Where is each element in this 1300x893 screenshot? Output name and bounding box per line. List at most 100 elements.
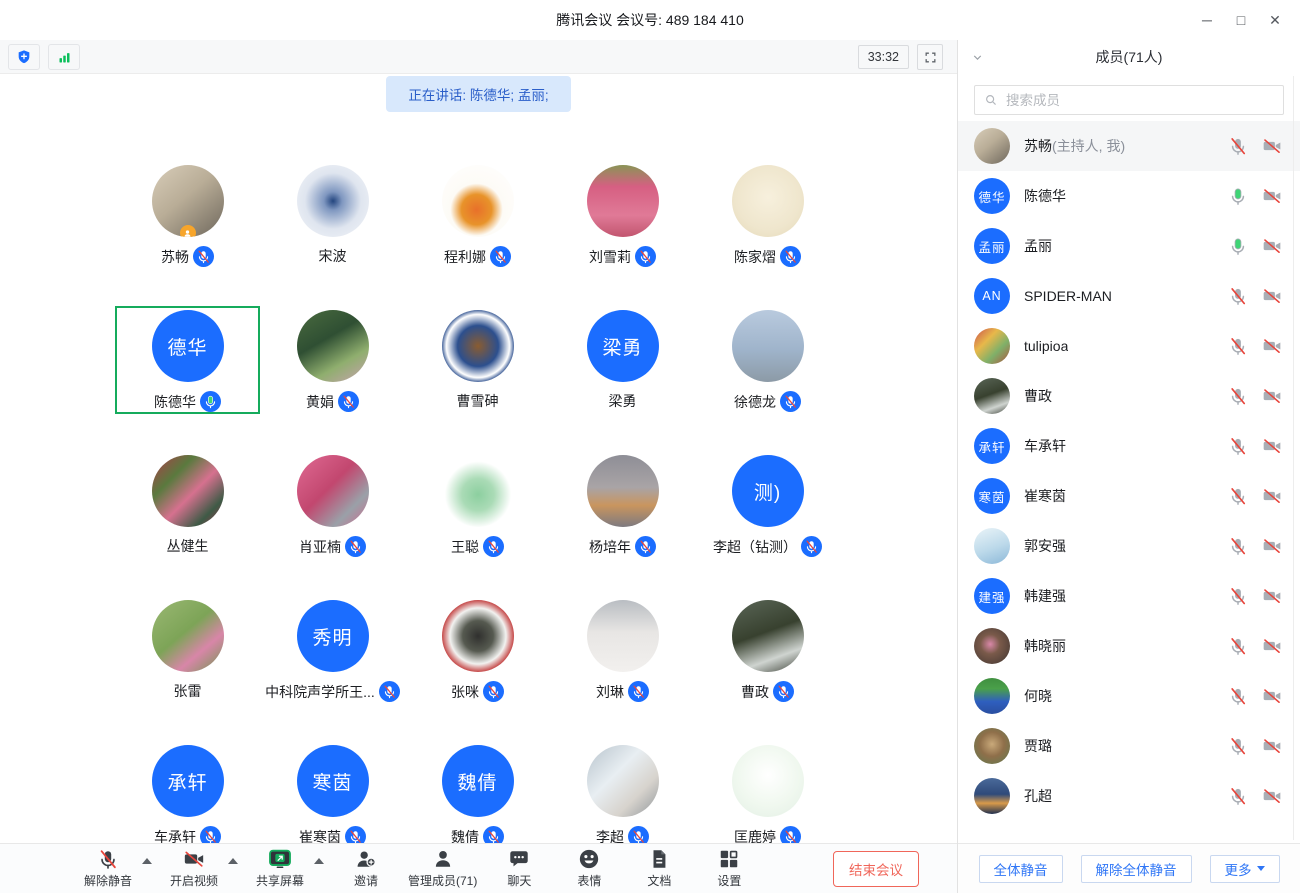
participant-tile[interactable]: 刘雪莉 bbox=[550, 157, 695, 302]
camera-off-icon[interactable] bbox=[1262, 136, 1282, 156]
participant-tile[interactable]: 秀明中科院声学所王... bbox=[260, 592, 405, 737]
camera-off-icon[interactable] bbox=[1262, 736, 1282, 756]
participant-tile[interactable]: 杨培年 bbox=[550, 447, 695, 592]
mic-muted-icon bbox=[379, 681, 400, 702]
participant-tile[interactable]: 宋波 bbox=[260, 157, 405, 302]
mic-muted-icon[interactable] bbox=[1228, 136, 1248, 156]
mic-muted-icon[interactable] bbox=[1228, 336, 1248, 356]
camera-off-icon[interactable] bbox=[1262, 436, 1282, 456]
camera-off-icon[interactable] bbox=[1262, 186, 1282, 206]
caret-up-icon[interactable] bbox=[228, 858, 238, 864]
participant-tile[interactable]: 张咪 bbox=[405, 592, 550, 737]
toolbar-item-smiley[interactable]: 表情 bbox=[561, 848, 617, 889]
mic-active-icon[interactable] bbox=[1228, 186, 1248, 206]
camera-off-icon[interactable] bbox=[1262, 286, 1282, 306]
member-list-scrollbar[interactable] bbox=[1293, 76, 1294, 840]
participant-tile[interactable]: 寒茵崔寒茵 bbox=[260, 737, 405, 843]
member-row[interactable]: 寒茵崔寒茵 bbox=[958, 471, 1300, 521]
participant-tile[interactable]: 程利娜 bbox=[405, 157, 550, 302]
mic-active-icon[interactable] bbox=[1228, 236, 1248, 256]
participant-tile[interactable]: 丛健生 bbox=[115, 447, 260, 592]
caret-up-icon[interactable] bbox=[314, 858, 324, 864]
toolbar-item-share-screen[interactable]: 共享屏幕 bbox=[252, 848, 308, 889]
meeting-security-button[interactable] bbox=[8, 44, 40, 70]
camera-off-icon[interactable] bbox=[1262, 386, 1282, 406]
participant-tile[interactable]: 肖亚楠 bbox=[260, 447, 405, 592]
member-name: 车承轩 bbox=[1024, 436, 1066, 456]
mic-muted-icon[interactable] bbox=[1228, 286, 1248, 306]
end-meeting-button[interactable]: 结束会议 bbox=[833, 851, 919, 887]
participant-name: 肖亚楠 bbox=[299, 537, 341, 557]
member-row[interactable]: 韩晓丽 bbox=[958, 621, 1300, 671]
mic-muted-icon[interactable] bbox=[1228, 386, 1248, 406]
member-row[interactable]: 德华陈德华 bbox=[958, 171, 1300, 221]
toolbar-item-chat[interactable]: 聊天 bbox=[491, 848, 547, 889]
mute-all-button[interactable]: 全体静音 bbox=[979, 855, 1063, 883]
member-row[interactable]: 贾璐 bbox=[958, 721, 1300, 771]
maximize-button[interactable]: □ bbox=[1224, 0, 1258, 40]
mic-muted-icon[interactable] bbox=[1228, 736, 1248, 756]
camera-off-icon[interactable] bbox=[1262, 486, 1282, 506]
member-row[interactable]: tulipioa bbox=[958, 321, 1300, 371]
participant-tile[interactable]: 测)李超（钻测） bbox=[695, 447, 840, 592]
member-search-input[interactable] bbox=[1004, 92, 1274, 109]
participant-tile[interactable]: 陈家熠 bbox=[695, 157, 840, 302]
member-row[interactable]: 孔超 bbox=[958, 771, 1300, 821]
toolbar-item-grid[interactable]: 设置 bbox=[701, 848, 757, 889]
mic-muted-icon[interactable] bbox=[1228, 486, 1248, 506]
toolbar-item-mic-muted[interactable]: 解除静音 bbox=[80, 848, 136, 889]
minimize-button[interactable]: ─ bbox=[1190, 0, 1224, 40]
participant-tile[interactable]: 曹政 bbox=[695, 592, 840, 737]
close-button[interactable]: ✕ bbox=[1258, 0, 1292, 40]
network-status-button[interactable] bbox=[48, 44, 80, 70]
member-row[interactable]: 苏畅(主持人, 我) bbox=[958, 121, 1300, 171]
member-row[interactable]: 承轩车承轩 bbox=[958, 421, 1300, 471]
participant-tile[interactable]: 刘琳 bbox=[550, 592, 695, 737]
member-row[interactable]: 孟丽孟丽 bbox=[958, 221, 1300, 271]
more-button[interactable]: 更多 bbox=[1210, 855, 1280, 883]
participant-tile[interactable]: 李超 bbox=[550, 737, 695, 843]
fullscreen-button[interactable] bbox=[917, 44, 943, 70]
participant-tile[interactable]: 王聪 bbox=[405, 447, 550, 592]
toolbar-item-document[interactable]: 文档 bbox=[631, 848, 687, 889]
collapse-panel-button[interactable] bbox=[968, 48, 986, 66]
member-name: SPIDER-MAN bbox=[1024, 288, 1112, 304]
participant-tile[interactable]: 徐德龙 bbox=[695, 302, 840, 447]
unmute-all-button[interactable]: 解除全体静音 bbox=[1081, 855, 1192, 883]
participant-tile[interactable]: 德华陈德华 bbox=[115, 302, 260, 447]
participant-tile[interactable]: 曹雪砷 bbox=[405, 302, 550, 447]
member-avatar: 孟丽 bbox=[974, 228, 1010, 264]
camera-off-icon[interactable] bbox=[1262, 686, 1282, 706]
member-search-box[interactable] bbox=[974, 85, 1284, 115]
participant-tile[interactable]: 魏倩魏倩 bbox=[405, 737, 550, 843]
toolbar-item-person-add[interactable]: 邀请 bbox=[338, 848, 394, 889]
participant-tile[interactable]: 梁勇梁勇 bbox=[550, 302, 695, 447]
camera-off-icon[interactable] bbox=[1262, 636, 1282, 656]
mic-muted-icon[interactable] bbox=[1228, 436, 1248, 456]
member-row[interactable]: 何晓 bbox=[958, 671, 1300, 721]
caret-up-icon[interactable] bbox=[142, 858, 152, 864]
participant-tile[interactable]: 苏畅 bbox=[115, 157, 260, 302]
camera-off-icon[interactable] bbox=[1262, 236, 1282, 256]
member-row[interactable]: ANSPIDER-MAN bbox=[958, 271, 1300, 321]
participant-tile[interactable]: 匡鹿婷 bbox=[695, 737, 840, 843]
mic-muted-icon[interactable] bbox=[1228, 536, 1248, 556]
camera-off-icon[interactable] bbox=[1262, 336, 1282, 356]
mic-muted-icon[interactable] bbox=[1228, 636, 1248, 656]
member-row[interactable]: 建强韩建强 bbox=[958, 571, 1300, 621]
camera-off-icon[interactable] bbox=[1262, 586, 1282, 606]
toolbar-item-person[interactable]: 管理成员(71) bbox=[408, 848, 477, 889]
mic-muted-icon[interactable] bbox=[1228, 686, 1248, 706]
participant-tile[interactable]: 承轩车承轩 bbox=[115, 737, 260, 843]
member-row[interactable]: 曹政 bbox=[958, 371, 1300, 421]
avatar-initials: 测) bbox=[754, 478, 781, 505]
mic-muted-icon[interactable] bbox=[1228, 586, 1248, 606]
window-titlebar: 腾讯会议 会议号: 489 184 410 ─ □ ✕ bbox=[0, 0, 1300, 41]
participant-tile[interactable]: 黄娟 bbox=[260, 302, 405, 447]
camera-off-icon[interactable] bbox=[1262, 536, 1282, 556]
member-row[interactable]: 郭安强 bbox=[958, 521, 1300, 571]
toolbar-item-camera-off[interactable]: 开启视频 bbox=[166, 848, 222, 889]
mic-muted-icon[interactable] bbox=[1228, 786, 1248, 806]
participant-tile[interactable]: 张雷 bbox=[115, 592, 260, 737]
camera-off-icon[interactable] bbox=[1262, 786, 1282, 806]
